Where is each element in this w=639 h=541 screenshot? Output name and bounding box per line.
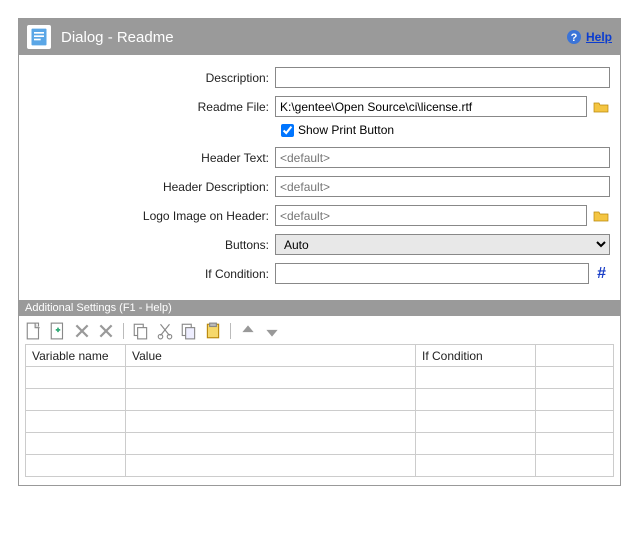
cut-icon[interactable] <box>156 322 174 340</box>
buttons-select[interactable]: Auto <box>275 234 610 255</box>
buttons-label: Buttons: <box>29 238 275 252</box>
description-input[interactable] <box>275 67 610 88</box>
header-desc-input[interactable] <box>275 176 610 197</box>
titlebar: Dialog - Readme ? Help <box>19 19 620 55</box>
show-print-label: Show Print Button <box>298 123 394 137</box>
description-label: Description: <box>29 71 275 85</box>
additional-settings-header: Additional Settings (F1 - Help) <box>19 300 620 316</box>
readme-file-input[interactable] <box>275 96 587 117</box>
if-condition-input[interactable] <box>275 263 589 284</box>
delete-icon[interactable] <box>73 322 91 340</box>
col-spacer <box>536 345 614 367</box>
col-variable-name[interactable]: Variable name <box>26 345 126 367</box>
show-print-checkbox[interactable] <box>281 124 294 137</box>
add-icon[interactable] <box>49 322 67 340</box>
header-text-input[interactable] <box>275 147 610 168</box>
logo-image-input[interactable] <box>275 205 587 226</box>
delete-all-icon[interactable] <box>97 322 115 340</box>
new-icon[interactable] <box>25 322 43 340</box>
browse-image-button[interactable] <box>591 206 610 226</box>
condition-hash-button[interactable]: # <box>593 265 610 283</box>
table-row[interactable] <box>26 367 614 389</box>
toolbar-separator <box>123 323 124 339</box>
copy-icon[interactable] <box>132 322 150 340</box>
toolbar <box>19 318 620 344</box>
table-row[interactable] <box>26 433 614 455</box>
help-icon[interactable]: ? <box>566 29 582 45</box>
table-row[interactable] <box>26 389 614 411</box>
form-area: Description: Readme File: Show Print But… <box>19 55 620 300</box>
header-desc-label: Header Description: <box>29 180 275 194</box>
help-link[interactable]: Help <box>586 30 612 44</box>
col-value[interactable]: Value <box>126 345 416 367</box>
svg-text:?: ? <box>571 32 578 44</box>
readme-file-label: Readme File: <box>29 100 275 114</box>
dialog-panel: Dialog - Readme ? Help Description: Read… <box>18 18 621 486</box>
move-down-icon[interactable] <box>263 322 281 340</box>
document-icon <box>27 25 51 49</box>
duplicate-icon[interactable] <box>180 322 198 340</box>
table-row[interactable] <box>26 455 614 477</box>
browse-file-button[interactable] <box>591 97 610 117</box>
logo-image-label: Logo Image on Header: <box>29 209 275 223</box>
header-text-label: Header Text: <box>29 151 275 165</box>
col-if-condition[interactable]: If Condition <box>416 345 536 367</box>
dialog-title: Dialog - Readme <box>61 29 566 46</box>
if-condition-label: If Condition: <box>29 267 275 281</box>
paste-icon[interactable] <box>204 322 222 340</box>
toolbar-separator-2 <box>230 323 231 339</box>
move-up-icon[interactable] <box>239 322 257 340</box>
table-row[interactable] <box>26 411 614 433</box>
settings-table[interactable]: Variable name Value If Condition <box>25 344 614 477</box>
